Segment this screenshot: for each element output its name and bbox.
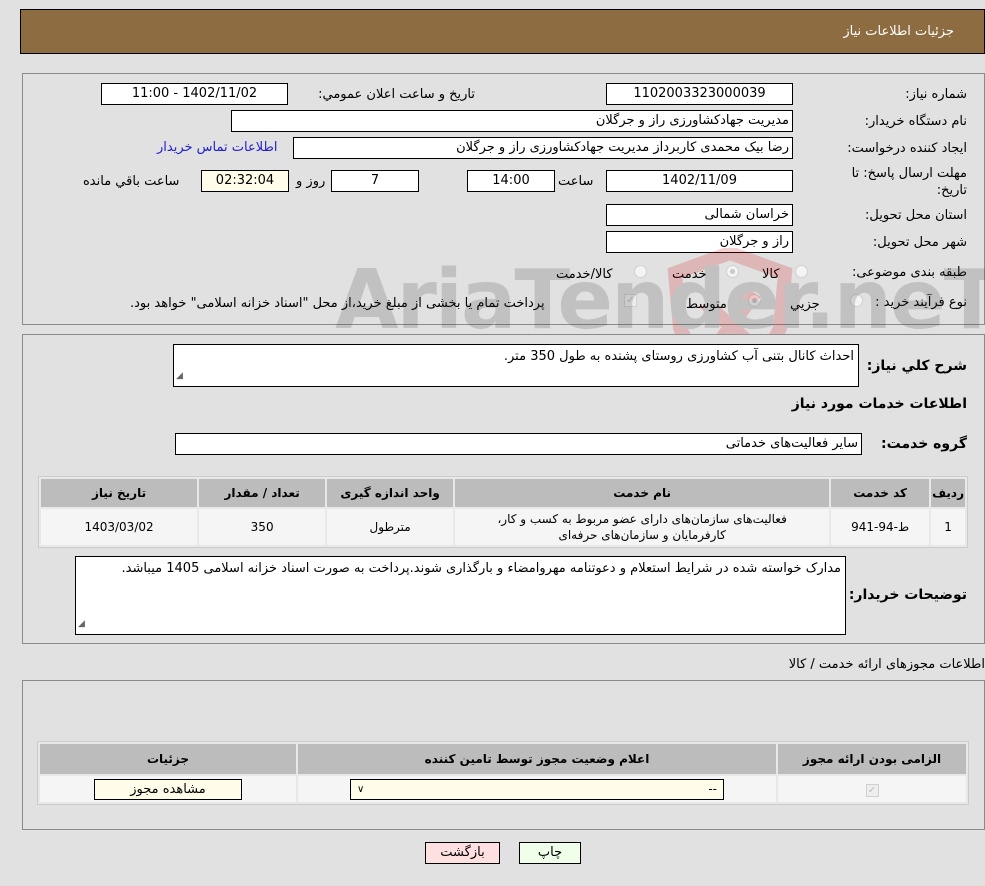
page-header: جزئيات اطلاعات نياز <box>20 9 985 54</box>
process-label: نوع فرآيند خريد : <box>875 295 967 310</box>
service-group-label: گروه خدمت: <box>881 436 967 452</box>
need-number-label: شماره نياز: <box>905 87 967 102</box>
print-button[interactable]: چاپ <box>519 842 581 864</box>
permit-required-checkbox[interactable]: ✓ <box>865 783 879 797</box>
col-code: کد خدمت <box>829 477 932 509</box>
buyer-org-label: نام دستگاه خريدار: <box>864 114 967 129</box>
category-radio-goods[interactable] <box>795 265 808 278</box>
category-radio-goods-service[interactable] <box>634 265 647 278</box>
requester-label: ايجاد کننده درخواست: <box>847 141 967 156</box>
time-remaining-field: 02:32:04 <box>201 170 289 192</box>
category-label: طبقه بندی موضوعی: <box>851 265 967 280</box>
cell-name: فعاليت‌های سازمان‌های دارای عضو مربوط به… <box>453 507 832 547</box>
days-label: روز و <box>296 174 326 189</box>
cell-qty: 350 <box>197 507 328 547</box>
services-table-header: رديف کد خدمت نام خدمت واحد اندازه گيری ت… <box>38 477 967 509</box>
col-permit-required: الزامی بودن ارائه مجوز <box>776 742 968 776</box>
days-remaining-field: 7 <box>331 170 419 192</box>
buyer-notes-text: مدارک خواسته شده در شرايط استعلام و دعوت… <box>121 561 842 576</box>
permits-title: اطلاعات مجوزهای ارائه خدمت / کالا <box>788 657 985 672</box>
city-field: راز و جرگلان <box>606 231 793 253</box>
treasury-payment-note: پرداخت تمام يا بخشی از مبلغ خريد،از محل … <box>130 296 545 311</box>
col-unit: واحد اندازه گيری <box>325 477 456 509</box>
city-label: شهر محل تحويل: <box>872 235 967 250</box>
need-number-field: 1102003323000039 <box>606 83 793 105</box>
description-label: شرح كلي نياز: <box>866 358 967 374</box>
buyer-notes-field[interactable]: مدارک خواسته شده در شرايط استعلام و دعوت… <box>75 556 846 635</box>
description-text: احداث کانال بتنی آب کشاورزی روستای پشنده… <box>503 349 854 364</box>
back-button[interactable]: بازگشت <box>425 842 500 864</box>
category-option-goods-service: کالا/خدمت <box>556 267 613 282</box>
permits-table: الزامی بودن ارائه مجوز اعلام وضعيت مجوز … <box>38 742 968 804</box>
announce-datetime-field: 1402/11/02 - 11:00 <box>101 83 288 105</box>
buyer-notes-label: توضيحات خريدار: <box>848 587 967 603</box>
col-date: تاريخ نياز <box>38 477 200 509</box>
col-qty: تعداد / مقدار <box>197 477 328 509</box>
permits-table-wrap: الزامی بودن ارائه مجوز اعلام وضعيت مجوز … <box>37 741 969 805</box>
process-option-minor: جزيي <box>790 297 820 312</box>
province-label: استان محل تحويل: <box>865 208 967 223</box>
service-group-field: ساير فعاليت‌های خدماتی <box>175 433 862 455</box>
cell-date: 1403/03/02 <box>38 507 200 547</box>
page-title: جزئيات اطلاعات نياز <box>843 24 954 39</box>
permits-table-header: الزامی بودن ارائه مجوز اعلام وضعيت مجوز … <box>38 742 968 776</box>
resize-grip-icon[interactable]: ◢ <box>176 367 183 385</box>
cell-permit-required: ✓ <box>776 774 968 804</box>
cell-code: ط-94-941 <box>829 507 932 547</box>
cell-permit-status: -- ∨ <box>296 774 778 804</box>
buyer-contact-link[interactable]: اطلاعات تماس خريدار <box>157 140 277 155</box>
col-row: رديف <box>929 477 967 509</box>
deadline-label: مهلت ارسال پاسخ: تا تاريخ: <box>851 166 967 198</box>
deadline-time-label: ساعت <box>558 174 594 189</box>
process-radio-minor[interactable] <box>850 294 863 307</box>
services-table: رديف کد خدمت نام خدمت واحد اندازه گيری ت… <box>38 477 967 547</box>
announce-datetime-label: تاريخ و ساعت اعلان عمومي: <box>318 87 475 102</box>
requester-field: رضا بيک محمدی کاربرداز مديريت جهادکشاورز… <box>293 137 793 159</box>
services-title: اطلاعات خدمات مورد نياز <box>791 396 967 412</box>
col-permit-details: جزئيات <box>38 742 298 776</box>
col-permit-status: اعلام وضعيت مجوز توسط تامين کننده <box>296 742 778 776</box>
category-option-service: خدمت <box>672 267 707 282</box>
deadline-time-field: 14:00 <box>467 170 555 192</box>
view-permit-button[interactable]: مشاهده مجوز <box>94 778 242 800</box>
buyer-org-field: مديريت جهادكشاورزی راز و جرگلان <box>231 110 793 132</box>
category-option-goods: کالا <box>762 267 780 282</box>
services-table-wrap: رديف کد خدمت نام خدمت واحد اندازه گيری ت… <box>38 476 968 548</box>
cell-unit: مترطول <box>325 507 456 547</box>
category-radio-service[interactable] <box>726 265 739 278</box>
table-row: 1 ط-94-941 فعاليت‌های سازمان‌های دارای ع… <box>38 507 967 547</box>
description-field[interactable]: احداث کانال بتنی آب کشاورزی روستای پشنده… <box>173 344 859 387</box>
treasury-payment-checkbox[interactable]: ✓ <box>624 294 637 307</box>
province-field: خراسان شمالی <box>606 204 793 226</box>
time-remaining-label: ساعت باقي مانده <box>83 174 180 189</box>
permit-row: ✓ -- ∨ مشاهده مجوز <box>38 774 968 804</box>
deadline-date-field: 1402/11/09 <box>606 170 793 192</box>
col-name: نام خدمت <box>453 477 832 509</box>
process-option-medium: متوسط <box>686 297 727 312</box>
resize-grip-icon[interactable]: ◢ <box>78 615 85 633</box>
permit-status-select[interactable]: -- ∨ <box>350 778 724 800</box>
permit-status-value: -- <box>708 782 717 796</box>
cell-row: 1 <box>929 507 967 547</box>
cell-permit-details: مشاهده مجوز <box>38 774 298 804</box>
process-radio-medium[interactable] <box>748 294 761 307</box>
chevron-down-icon: ∨ <box>357 783 365 795</box>
